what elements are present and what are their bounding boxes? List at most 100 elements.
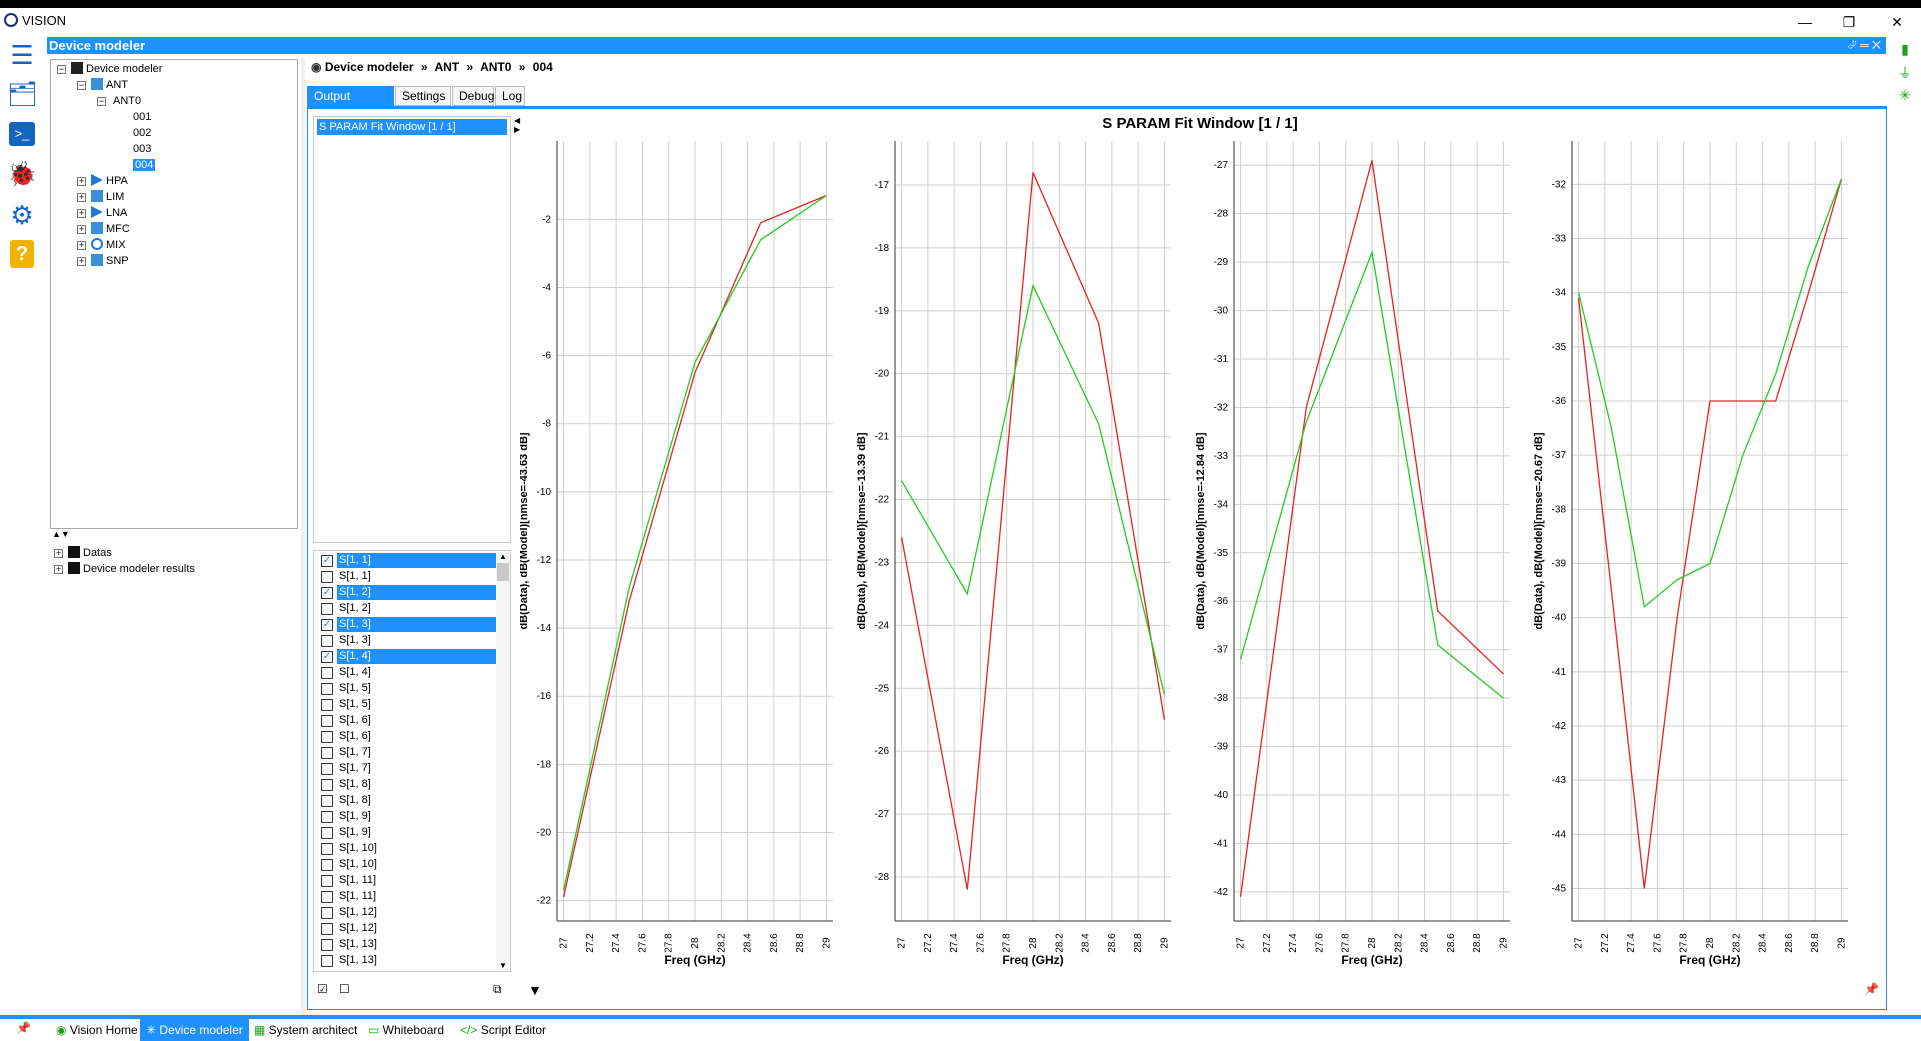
tree-node-002[interactable]: 002 — [133, 126, 151, 140]
signal-checkbox[interactable] — [321, 635, 333, 647]
expand-icon[interactable]: + — [77, 209, 86, 218]
check-all-icon[interactable]: ☑ — [317, 982, 328, 996]
expand-icon[interactable]: + — [77, 193, 86, 202]
signal-checkbox[interactable] — [321, 875, 333, 887]
tree-node-device-modeler[interactable]: Device modeler — [71, 62, 162, 76]
signal-checkbox[interactable] — [321, 699, 333, 711]
breadcrumb-ant0[interactable]: ANT0 — [480, 60, 511, 74]
signal-checkbox[interactable] — [321, 779, 333, 791]
tab-log[interactable]: Log — [495, 86, 525, 106]
signal-checkbox[interactable] — [321, 715, 333, 727]
signal-item[interactable]: S[1, 13] — [317, 937, 497, 952]
terminal-icon[interactable]: >_ — [9, 122, 35, 146]
tab-device-modeler[interactable]: ✳ Device modeler — [140, 1019, 249, 1041]
signal-item[interactable]: S[1, 5] — [317, 681, 497, 696]
signal-item[interactable]: S[1, 6] — [317, 729, 497, 744]
folders-icon[interactable]: 🗂 — [7, 80, 37, 110]
collapse-icon[interactable]: − — [57, 65, 66, 74]
signal-list-scrollbar[interactable]: ▲ ▼ — [496, 552, 510, 970]
signal-checkbox[interactable]: ✓ — [321, 619, 333, 631]
restore-button[interactable]: ❐ — [1834, 10, 1864, 34]
signal-checkbox[interactable] — [321, 923, 333, 935]
bug-icon[interactable]: 🐞 — [7, 160, 37, 190]
signal-item[interactable]: ✓ S[1, 2] — [317, 585, 497, 600]
tree-node-ant0[interactable]: ANT0 — [113, 94, 141, 108]
signal-checkbox[interactable] — [321, 811, 333, 823]
breadcrumb-004[interactable]: 004 — [533, 60, 553, 74]
help-icon[interactable]: ? — [10, 240, 34, 268]
signal-item[interactable]: S[1, 12] — [317, 921, 497, 936]
tree-node-hpa[interactable]: HPA — [91, 174, 128, 188]
window-list-item[interactable]: S PARAM Fit Window [1 / 1] — [317, 119, 507, 135]
signal-item[interactable]: S[1, 13] — [317, 953, 497, 968]
signal-checkbox[interactable] — [321, 763, 333, 775]
signal-checkbox[interactable] — [321, 731, 333, 743]
gear-icon[interactable]: ⚙ — [7, 200, 37, 230]
signal-checkbox[interactable] — [321, 747, 333, 759]
tab-whiteboard[interactable]: ▭ Whiteboard — [362, 1019, 450, 1041]
signal-checkbox[interactable] — [321, 827, 333, 839]
uncheck-all-icon[interactable]: ☐ — [339, 982, 350, 996]
signal-checkbox[interactable] — [321, 859, 333, 871]
signal-checkbox[interactable]: ✓ — [321, 555, 333, 567]
signal-item[interactable]: S[1, 4] — [317, 665, 497, 680]
tree-node-results[interactable]: Device modeler results — [68, 562, 195, 576]
chip-icon[interactable]: ✳ — [1898, 88, 1912, 102]
signal-item[interactable]: S[1, 8] — [317, 777, 497, 792]
tree-splitter[interactable]: ▲▼ — [50, 529, 298, 541]
signal-checkbox[interactable] — [321, 795, 333, 807]
pin-icon[interactable]: 📌 — [16, 1021, 31, 1035]
pin-icon[interactable]: 📌 — [1864, 982, 1879, 996]
filter-icon[interactable]: ▼ — [528, 982, 542, 998]
expand-icon[interactable]: + — [77, 257, 86, 266]
collapse-icon[interactable]: − — [97, 97, 106, 106]
signal-item[interactable]: S[1, 6] — [317, 713, 497, 728]
signal-item[interactable]: S[1, 10] — [317, 857, 497, 872]
tree-node-lim[interactable]: LIM — [91, 190, 124, 204]
tree-node-mfc[interactable]: MFC — [91, 222, 130, 236]
tree-node-lna[interactable]: LNA — [91, 206, 127, 220]
tree-node-datas[interactable]: Datas — [68, 546, 112, 560]
expand-icon[interactable]: + — [77, 177, 86, 186]
close-button[interactable]: ✕ — [1882, 10, 1912, 34]
signal-checkbox[interactable] — [321, 667, 333, 679]
expand-icon[interactable]: + — [77, 225, 86, 234]
panel-splitter[interactable] — [301, 58, 305, 1020]
menu-icon[interactable]: ☰ — [7, 40, 37, 70]
breadcrumb-root[interactable]: Device modeler — [325, 60, 414, 74]
tab-debug[interactable]: Debug — [452, 86, 494, 106]
signal-checkbox[interactable] — [321, 843, 333, 855]
signal-item[interactable]: S[1, 2] — [317, 601, 497, 616]
tab-script-editor[interactable]: </> Script Editor — [454, 1019, 552, 1041]
signal-item[interactable]: ✓ S[1, 3] — [317, 617, 497, 632]
signal-checkbox[interactable] — [321, 939, 333, 951]
tree-node-001[interactable]: 001 — [133, 110, 151, 124]
expand-icon[interactable]: + — [77, 241, 86, 250]
signal-item[interactable]: S[1, 5] — [317, 697, 497, 712]
signal-item[interactable]: S[1, 11] — [317, 889, 497, 904]
minimize-button[interactable]: — — [1790, 10, 1820, 34]
signal-item[interactable]: S[1, 9] — [317, 809, 497, 824]
copy-icon[interactable]: ⧉ — [493, 982, 502, 997]
signal-item[interactable]: ✓ S[1, 1] — [317, 553, 497, 568]
expand-icon[interactable]: + — [54, 565, 63, 574]
signal-checkbox[interactable] — [321, 891, 333, 903]
tab-output-graphs[interactable]: Output graphs — [307, 86, 394, 121]
signal-checkbox[interactable]: ✓ — [321, 587, 333, 599]
signal-item[interactable]: S[1, 1] — [317, 569, 497, 584]
signal-item[interactable]: S[1, 10] — [317, 841, 497, 856]
signal-item[interactable]: S[1, 11] — [317, 873, 497, 888]
ground-icon[interactable]: ⏚ — [1898, 66, 1912, 80]
signal-checkbox[interactable] — [321, 571, 333, 583]
breadcrumb-ant[interactable]: ANT — [434, 60, 459, 74]
signal-checkbox[interactable] — [321, 603, 333, 615]
signal-item[interactable]: S[1, 7] — [317, 745, 497, 760]
tree-node-004[interactable]: 004 — [133, 158, 156, 172]
tab-settings[interactable]: Settings — [395, 86, 451, 106]
signal-item[interactable]: S[1, 7] — [317, 761, 497, 776]
signal-item[interactable]: S[1, 8] — [317, 793, 497, 808]
tree-node-003[interactable]: 003 — [133, 142, 151, 156]
tree-node-ant[interactable]: ANT — [91, 78, 128, 92]
panel-controls[interactable]: ⮰ ═ ✕ — [1847, 37, 1881, 54]
signal-checkbox[interactable] — [321, 683, 333, 695]
